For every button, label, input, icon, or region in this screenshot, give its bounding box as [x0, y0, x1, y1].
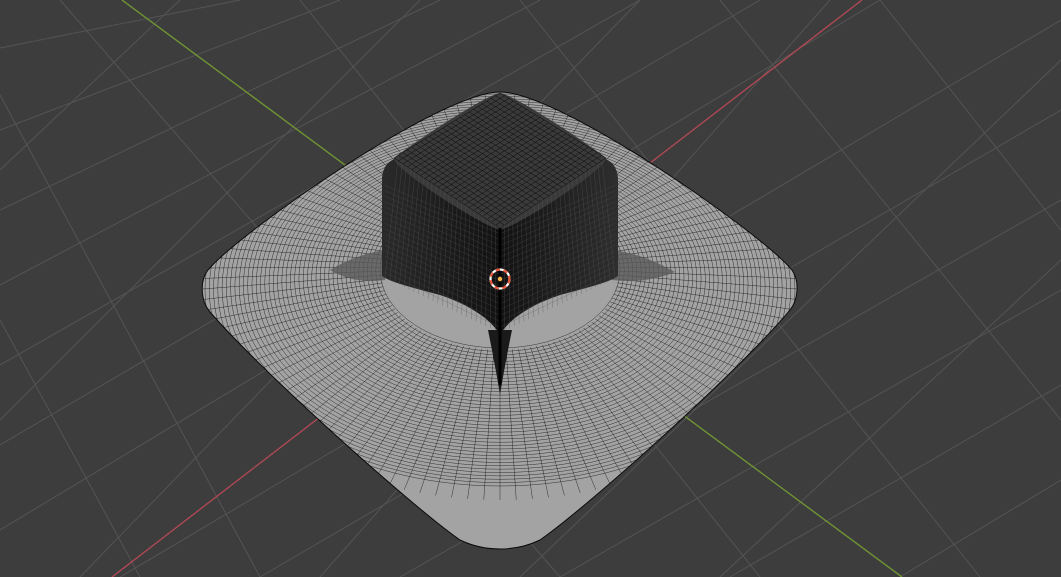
- 3d-viewport[interactable]: [0, 0, 1061, 577]
- viewport-canvas[interactable]: [0, 0, 1061, 577]
